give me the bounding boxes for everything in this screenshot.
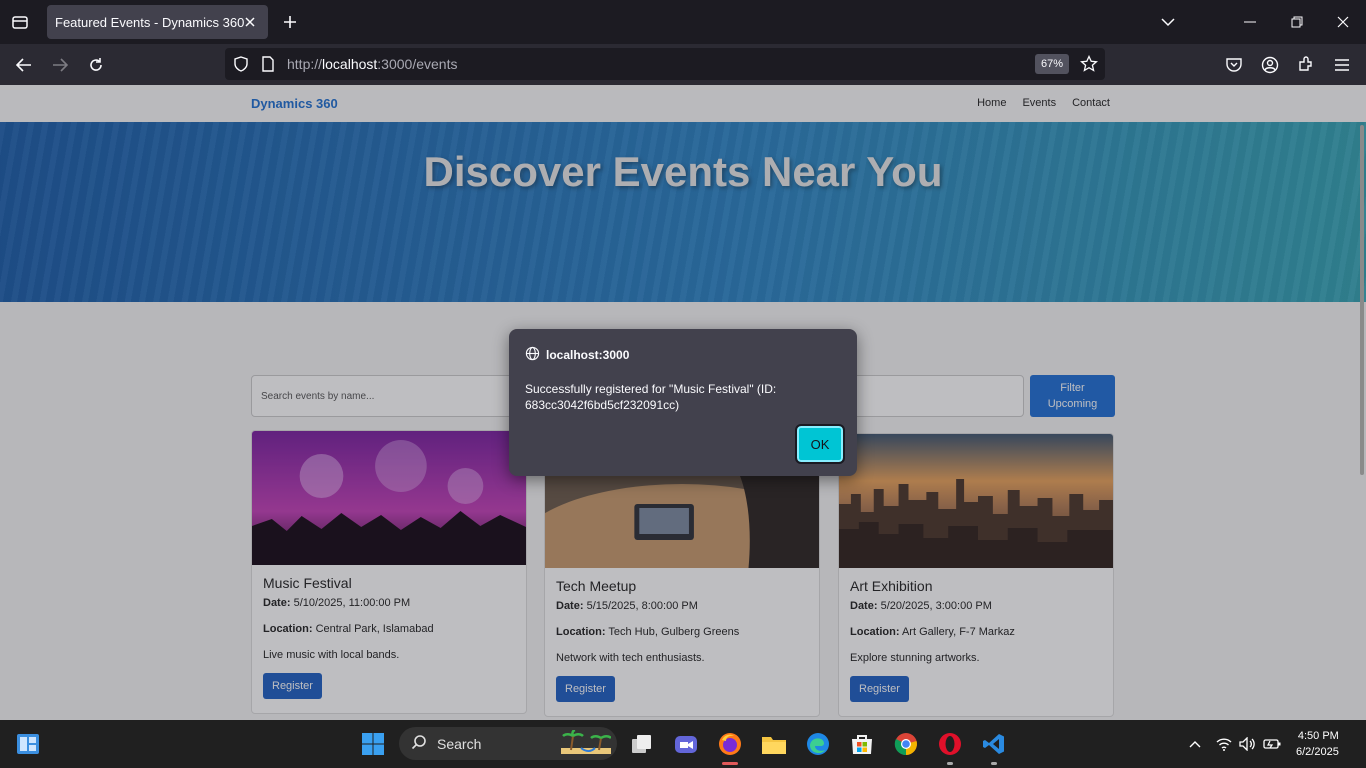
volume-icon[interactable]: [1234, 728, 1260, 760]
clock-date: 6/2/2025: [1296, 746, 1339, 758]
minimize-icon[interactable]: [1232, 6, 1268, 38]
new-tab-icon[interactable]: [278, 10, 302, 34]
browser-nav-bar: http://localhost:3000/events 67%: [0, 44, 1366, 85]
back-icon[interactable]: [11, 52, 37, 78]
url-text[interactable]: http://localhost:3000/events: [287, 56, 457, 72]
task-view-icon[interactable]: [626, 728, 658, 760]
restore-icon[interactable]: [1279, 6, 1315, 38]
menu-hamburger-icon[interactable]: [1329, 52, 1355, 78]
palm-tree-icon: [561, 728, 612, 757]
pocket-icon[interactable]: [1221, 52, 1247, 78]
search-icon: [411, 734, 427, 753]
microsoft-store-icon[interactable]: [846, 728, 878, 760]
running-indicator: [722, 762, 738, 765]
account-icon[interactable]: [1257, 52, 1283, 78]
globe-icon: [525, 346, 540, 364]
zoom-level-badge[interactable]: 67%: [1035, 54, 1070, 74]
clock-time: 4:50 PM: [1297, 730, 1339, 742]
list-all-tabs-chevron-icon[interactable]: [1150, 6, 1186, 38]
url-bar[interactable]: http://localhost:3000/events 67%: [225, 48, 1105, 80]
browser-tab-bar: Featured Events - Dynamics 360: [0, 0, 1366, 44]
page-scrollbar[interactable]: [1360, 125, 1364, 475]
browser-tab-active[interactable]: Featured Events - Dynamics 360: [47, 5, 268, 39]
file-explorer-icon[interactable]: [758, 728, 790, 760]
dialog-origin: localhost:3000: [546, 348, 630, 362]
close-window-icon[interactable]: [1325, 6, 1361, 38]
tab-close-icon[interactable]: [240, 12, 260, 32]
tab-title: Featured Events - Dynamics 360: [55, 14, 245, 30]
taskbar-search-box[interactable]: Search: [399, 727, 617, 760]
tray-chevron-up-icon[interactable]: [1182, 728, 1208, 760]
taskbar-clock[interactable]: 4:50 PM 6/2/2025: [1296, 728, 1339, 760]
widgets-icon[interactable]: [12, 728, 44, 760]
running-indicator: [947, 762, 953, 765]
tab-list-icon[interactable]: [8, 10, 32, 34]
reload-icon[interactable]: [83, 52, 109, 78]
dialog-ok-button[interactable]: OK: [795, 424, 845, 464]
vscode-icon[interactable]: [978, 728, 1010, 765]
opera-icon[interactable]: [934, 728, 966, 765]
running-indicator: [991, 762, 997, 765]
dialog-message: Successfully registered for "Music Festi…: [525, 382, 777, 412]
forward-icon[interactable]: [47, 52, 73, 78]
extensions-icon[interactable]: [1293, 52, 1319, 78]
dialog-header: localhost:3000: [525, 346, 629, 364]
page-info-icon[interactable]: [261, 56, 275, 77]
search-label: Search: [437, 735, 482, 752]
edge-icon[interactable]: [802, 728, 834, 760]
bookmark-star-icon[interactable]: [1080, 54, 1098, 78]
chrome-icon[interactable]: [890, 728, 922, 760]
windows-start-icon[interactable]: [357, 728, 389, 760]
battery-icon[interactable]: [1259, 728, 1285, 760]
teams-meet-icon[interactable]: [670, 728, 702, 760]
windows-taskbar: Search 4:50 PM 6/2/2025: [0, 720, 1366, 768]
shield-icon[interactable]: [233, 56, 249, 77]
firefox-icon[interactable]: [714, 728, 746, 765]
